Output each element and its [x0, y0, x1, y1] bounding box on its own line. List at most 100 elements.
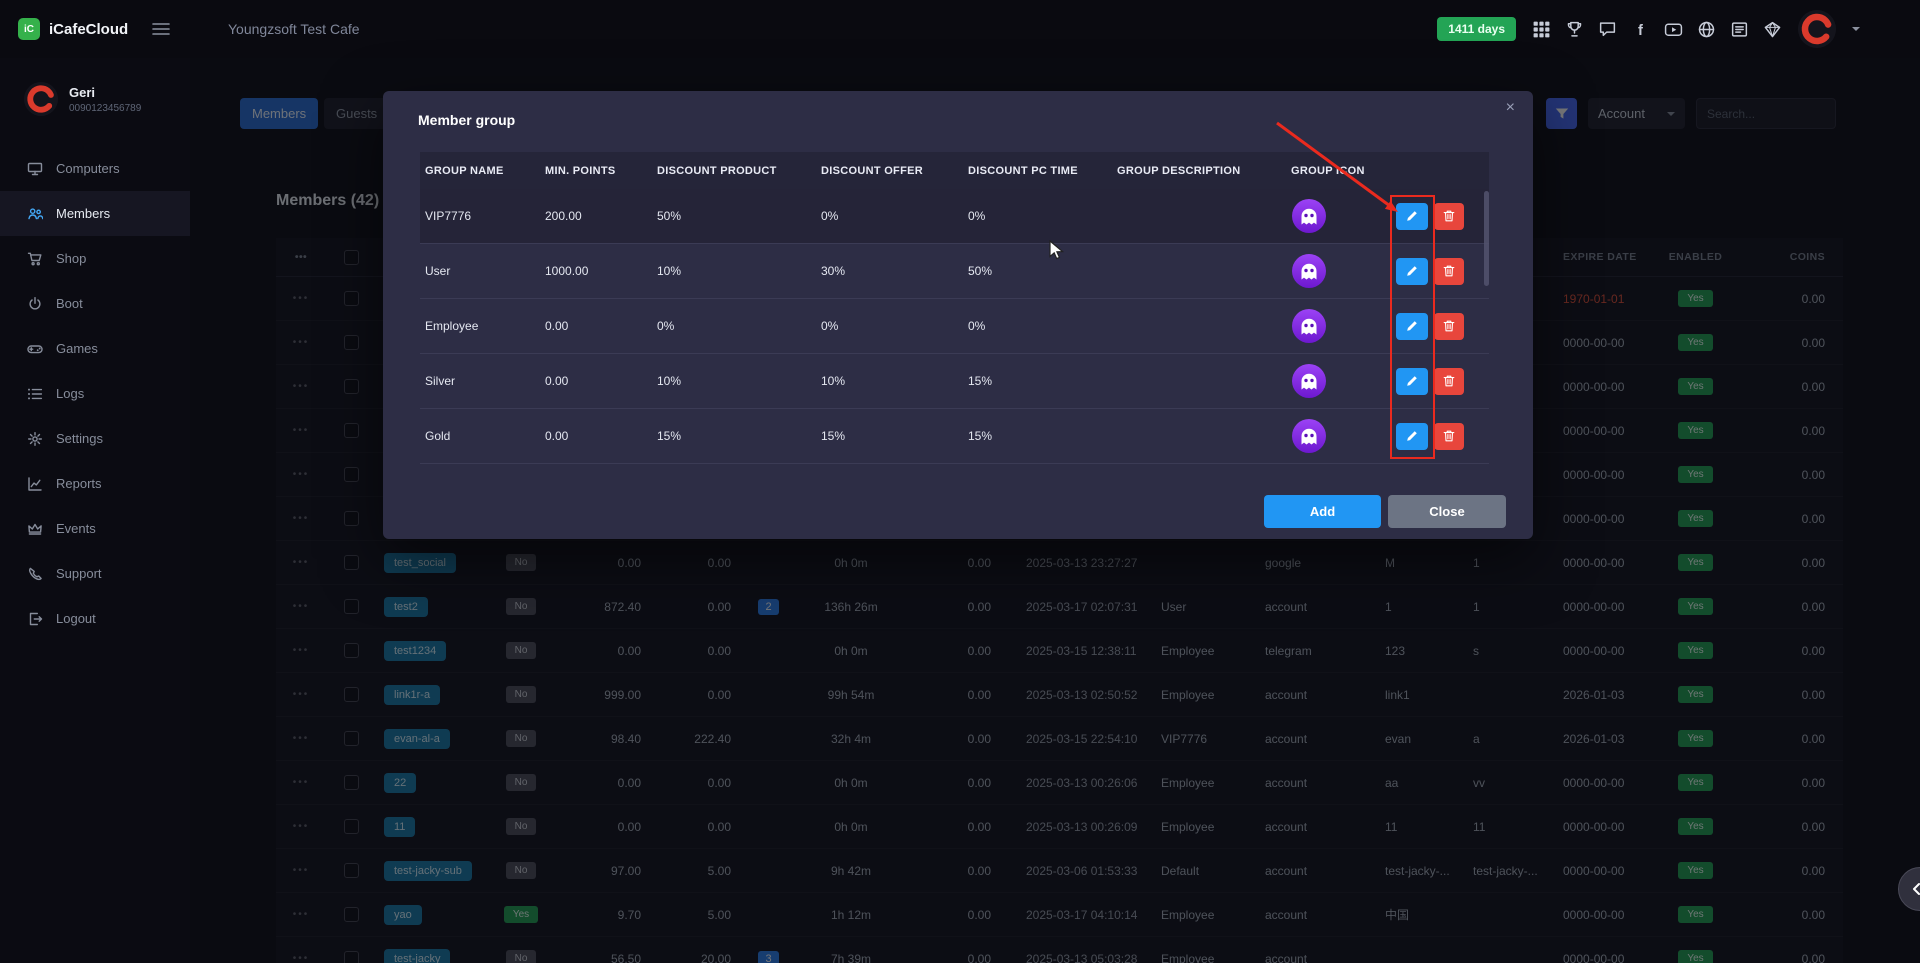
sidebar-item-label: Reports: [56, 476, 102, 491]
modal-table-scrollbar[interactable]: [1484, 191, 1489, 286]
group-row: Employee0.000%0%0%: [420, 299, 1489, 354]
user-name: Geri: [69, 85, 141, 100]
group-icon-cell: [1286, 198, 1386, 234]
discount-offer: 10%: [816, 374, 963, 388]
trophy-icon: [1565, 20, 1584, 39]
sidebar-item-computers[interactable]: Computers: [0, 146, 190, 191]
youtube-button[interactable]: [1664, 20, 1683, 39]
sidebar-item-label: Settings: [56, 431, 103, 446]
topbar-icon-strip: f: [1532, 20, 1782, 39]
brand-name: iCafeCloud: [49, 21, 128, 38]
delete-group-button[interactable]: [1434, 368, 1464, 395]
sidebar-item-settings[interactable]: Settings: [0, 416, 190, 461]
group-actions: [1386, 313, 1489, 340]
trash-icon: [1442, 264, 1456, 278]
group-name: Employee: [420, 319, 540, 333]
sidebar-item-boot[interactable]: Boot: [0, 281, 190, 326]
min-points: 0.00: [540, 374, 652, 388]
group-actions: [1386, 368, 1489, 395]
discount-pc-time: 0%: [963, 209, 1112, 223]
member-group-table: GROUP NAMEMIN. POINTSDISCOUNT PRODUCTDIS…: [420, 152, 1489, 464]
gear-icon: [27, 431, 43, 447]
modal-close-icon[interactable]: ×: [1506, 99, 1515, 117]
pencil-icon: [1405, 319, 1419, 333]
sidebar-user[interactable]: Geri 0090123456789: [0, 58, 190, 118]
news-button[interactable]: [1730, 20, 1749, 39]
close-modal-button[interactable]: Close: [1388, 495, 1506, 528]
license-days-badge: 1411 days: [1437, 17, 1516, 41]
sidebar-item-reports[interactable]: Reports: [0, 461, 190, 506]
min-points: 0.00: [540, 319, 652, 333]
group-row: Gold0.0015%15%15%: [420, 409, 1489, 464]
list-icon: [27, 386, 43, 402]
sidebar-user-info: Geri 0090123456789: [69, 85, 141, 114]
facebook-icon: f: [1631, 20, 1650, 39]
icafecloud-logo-icon: [1798, 10, 1836, 48]
brand[interactable]: iC iCafeCloud: [18, 0, 128, 58]
sidebar-item-logout[interactable]: Logout: [0, 596, 190, 641]
news-icon: [1730, 20, 1749, 39]
icafecloud-logo-icon: [24, 82, 58, 116]
delete-group-button[interactable]: [1434, 313, 1464, 340]
discount-product: 50%: [652, 209, 816, 223]
group-name: VIP7776: [420, 209, 540, 223]
chat-button[interactable]: [1598, 20, 1617, 39]
sidebar-item-events[interactable]: Events: [0, 506, 190, 551]
discount-pc-time: 0%: [963, 319, 1112, 333]
app-root: iC iCafeCloud Youngzsoft Test Cafe 1411 …: [0, 0, 1920, 963]
delete-group-button[interactable]: [1434, 423, 1464, 450]
modal-title: Member group: [418, 112, 515, 128]
ghost-group-icon: [1291, 308, 1327, 344]
delete-group-button[interactable]: [1434, 258, 1464, 285]
group-header-group-icon: GROUP ICON: [1286, 165, 1386, 177]
member-group-modal: Member group × GROUP NAMEMIN. POINTSDISC…: [383, 91, 1533, 539]
ghost-group-icon: [1291, 253, 1327, 289]
chart-icon: [27, 476, 43, 492]
trophy-button[interactable]: [1565, 20, 1584, 39]
menu-toggle-button[interactable]: [152, 22, 170, 41]
sidebar-item-label: Logout: [56, 611, 96, 626]
edit-group-button[interactable]: [1396, 368, 1428, 395]
discount-pc-time: 50%: [963, 264, 1112, 278]
discount-offer: 0%: [816, 319, 963, 333]
group-icon-cell: [1286, 308, 1386, 344]
user-avatar[interactable]: [1798, 10, 1836, 48]
edit-group-button[interactable]: [1396, 313, 1428, 340]
pencil-icon: [1405, 429, 1419, 443]
group-icon-cell: [1286, 253, 1386, 289]
sidebar-item-shop[interactable]: Shop: [0, 236, 190, 281]
discount-product: 10%: [652, 264, 816, 278]
sidebar-item-label: Games: [56, 341, 98, 356]
sidebar-item-logs[interactable]: Logs: [0, 371, 190, 416]
group-row: VIP7776200.0050%0%0%: [420, 189, 1489, 244]
sketch-button[interactable]: [1763, 20, 1782, 39]
edit-group-button[interactable]: [1396, 423, 1428, 450]
discount-offer: 30%: [816, 264, 963, 278]
add-group-button[interactable]: Add: [1264, 495, 1381, 528]
ghost-group-icon: [1291, 198, 1327, 234]
group-header-group-description: GROUP DESCRIPTION: [1112, 165, 1286, 177]
globe-button[interactable]: [1697, 20, 1716, 39]
trash-icon: [1442, 429, 1456, 443]
edit-group-button[interactable]: [1396, 203, 1428, 230]
apps-icon: [1532, 20, 1551, 39]
sidebar-item-support[interactable]: Support: [0, 551, 190, 596]
sidebar-item-members[interactable]: Members: [0, 191, 190, 236]
power-icon: [27, 296, 43, 312]
sidebar-item-games[interactable]: Games: [0, 326, 190, 371]
trash-icon: [1442, 319, 1456, 333]
topbar-right: 1411 days f: [1437, 0, 1860, 58]
min-points: 1000.00: [540, 264, 652, 278]
delete-group-button[interactable]: [1434, 203, 1464, 230]
edit-group-button[interactable]: [1396, 258, 1428, 285]
group-header-group-name: GROUP NAME: [420, 165, 540, 177]
facebook-button[interactable]: f: [1631, 20, 1650, 39]
monitor-icon: [27, 161, 43, 177]
ghost-group-icon: [1291, 363, 1327, 399]
sidebar-avatar: [24, 82, 58, 116]
apps-button[interactable]: [1532, 20, 1551, 39]
sidebar-item-label: Computers: [56, 161, 120, 176]
trash-icon: [1442, 374, 1456, 388]
user-menu-caret-icon[interactable]: [1852, 27, 1860, 35]
discount-product: 0%: [652, 319, 816, 333]
